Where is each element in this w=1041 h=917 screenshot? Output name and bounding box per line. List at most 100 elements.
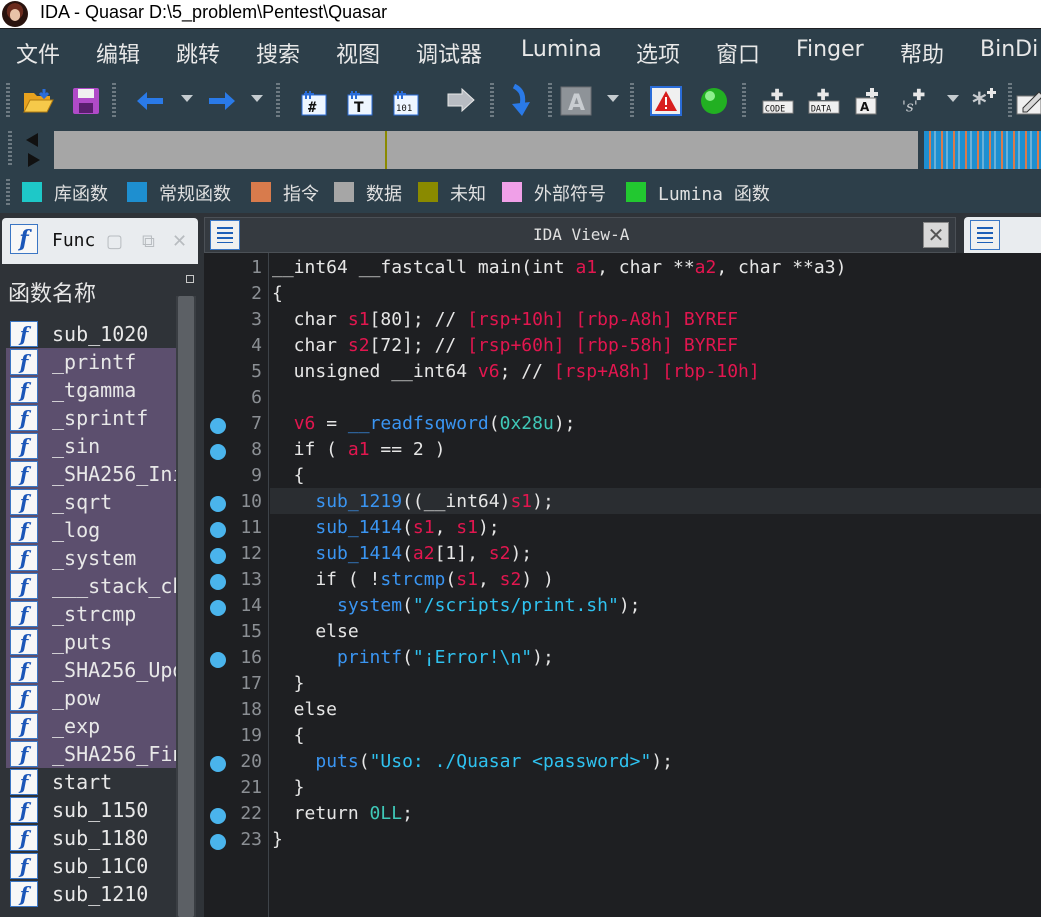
ascii-icon[interactable]: A xyxy=(854,85,886,117)
function-list-item[interactable]: f start xyxy=(6,768,176,796)
function-list-item[interactable]: f sub_11C0 xyxy=(6,852,176,880)
data-icon[interactable]: DATA xyxy=(808,85,840,117)
back-arrow-icon[interactable] xyxy=(134,85,166,117)
navigation-code-region[interactable] xyxy=(924,131,1041,169)
code-line[interactable]: sub_1414(s1, s1); xyxy=(272,517,499,538)
navigation-strip[interactable] xyxy=(54,131,918,169)
code-line[interactable]: else xyxy=(272,699,337,720)
breakpoint-dot-icon[interactable] xyxy=(210,652,226,668)
navband-grip[interactable] xyxy=(8,131,12,167)
code-icon[interactable]: CODE xyxy=(762,85,794,117)
breakpoint-dot-icon[interactable] xyxy=(210,834,226,850)
edit-icon[interactable] xyxy=(1014,85,1041,117)
function-list-item[interactable]: f _SHA256_Ini xyxy=(6,460,176,488)
save-disk-icon[interactable] xyxy=(70,85,102,117)
binary-view-icon[interactable]: 101 xyxy=(388,85,420,117)
breakpoint-dot-icon[interactable] xyxy=(210,522,226,538)
breakpoint-dot-icon[interactable] xyxy=(210,600,226,616)
function-list-item[interactable]: f _strcmp xyxy=(6,600,176,628)
breakpoint-dot-icon[interactable] xyxy=(210,574,226,590)
menu-debugger[interactable]: 调试器 xyxy=(416,37,482,69)
function-list-item[interactable]: f sub_1180 xyxy=(6,824,176,852)
menu-view[interactable]: 视图 xyxy=(336,37,380,69)
functions-scrollbar-thumb[interactable] xyxy=(178,296,194,917)
breakpoint-dot-icon[interactable] xyxy=(210,808,226,824)
menu-edit[interactable]: 编辑 xyxy=(96,37,140,69)
nav-left-arrow-icon[interactable] xyxy=(26,133,38,147)
menu-window[interactable]: 窗口 xyxy=(716,37,760,69)
code-line[interactable]: unsigned __int64 v6; // [rsp+A8h] [rbp-1… xyxy=(272,361,760,382)
function-list-item[interactable]: f _SHA256_Fin xyxy=(6,740,176,768)
forward-arrow-icon[interactable] xyxy=(206,85,238,117)
function-list-item[interactable]: f sub_1210 xyxy=(6,880,176,908)
functions-list[interactable]: f sub_1020 f _printf f _tgamma f _sprintf f _sin f… xyxy=(6,320,176,917)
font-icon[interactable]: A xyxy=(560,85,592,117)
code-line[interactable]: __int64 __fastcall main(int a1, char **a… xyxy=(272,257,846,278)
step-into-icon[interactable] xyxy=(504,84,536,117)
code-line[interactable]: } xyxy=(272,777,305,798)
code-line[interactable]: char s1[80]; // [rsp+10h] [rbp-A8h] BYRE… xyxy=(272,309,738,330)
code-line[interactable]: else xyxy=(272,621,358,642)
function-list-item[interactable]: f _sprintf xyxy=(6,404,176,432)
asterisk-icon[interactable]: * xyxy=(970,85,1002,117)
breakpoint-dot-icon[interactable] xyxy=(210,444,226,460)
back-dropdown-icon[interactable] xyxy=(181,95,193,102)
warning-icon[interactable] xyxy=(650,85,682,117)
struct-icon[interactable]: 's' xyxy=(900,85,932,117)
breakpoint-dot-icon[interactable] xyxy=(210,496,226,512)
hex-view-icon[interactable]: # xyxy=(296,85,328,117)
breakpoint-dot-icon[interactable] xyxy=(210,756,226,772)
code-line[interactable]: if ( !strcmp(s1, s2) ) xyxy=(272,569,553,590)
menu-finger[interactable]: Finger xyxy=(796,37,864,62)
function-list-item[interactable]: f _log xyxy=(6,516,176,544)
function-list-item[interactable]: f _SHA256_Upd xyxy=(6,656,176,684)
code-line[interactable]: { xyxy=(272,725,305,746)
menu-search[interactable]: 搜索 xyxy=(256,37,300,69)
menu-options[interactable]: 选项 xyxy=(636,37,680,69)
struct-dropdown-icon[interactable] xyxy=(947,95,959,102)
code-line[interactable]: sub_1219((__int64)s1); xyxy=(272,491,553,512)
menu-file[interactable]: 文件 xyxy=(16,37,60,69)
function-list-item[interactable]: f sub_1020 xyxy=(6,320,176,348)
green-circle-icon[interactable] xyxy=(698,85,730,117)
function-list-item[interactable]: f _exp xyxy=(6,712,176,740)
function-list-item[interactable]: f _sqrt xyxy=(6,488,176,516)
code-line[interactable]: printf("¡Error!\n"); xyxy=(272,647,554,668)
menu-lumina[interactable]: Lumina xyxy=(521,37,602,62)
function-list-item[interactable]: f ___stack_ch xyxy=(6,572,176,600)
function-list-item[interactable]: f _tgamma xyxy=(6,376,176,404)
menu-help[interactable]: 帮助 xyxy=(900,37,944,69)
font-dropdown-icon[interactable] xyxy=(607,95,619,102)
code-line[interactable]: { xyxy=(272,465,305,486)
code-line[interactable]: if ( a1 == 2 ) xyxy=(272,439,446,460)
function-list-item[interactable]: f _pow xyxy=(6,684,176,712)
toolbar-grip[interactable] xyxy=(6,83,10,119)
forward-dropdown-icon[interactable] xyxy=(251,95,263,102)
text-view-icon[interactable]: T xyxy=(342,85,374,117)
code-line[interactable]: system("/scripts/print.sh"); xyxy=(272,595,640,616)
code-line[interactable]: char s2[72]; // [rsp+60h] [rbp-58h] BYRE… xyxy=(272,335,738,356)
code-line[interactable]: { xyxy=(272,283,283,304)
code-line[interactable]: sub_1414(a2[1], s2); xyxy=(272,543,532,564)
code-line[interactable]: return 0LL; xyxy=(272,803,413,824)
ida-view-close-icon[interactable]: ✕ xyxy=(923,222,949,248)
functions-tab-float-icon[interactable]: ▢ xyxy=(106,231,123,252)
function-list-item[interactable]: f _sin xyxy=(6,432,176,460)
functions-tab-close-icon[interactable]: ✕ xyxy=(172,231,187,252)
functions-tab-restore-icon[interactable]: ⧉ xyxy=(142,231,155,252)
function-list-item[interactable]: f sub_1150 xyxy=(6,796,176,824)
open-folder-icon[interactable] xyxy=(22,85,54,117)
functions-panel-resize-handle[interactable] xyxy=(186,275,194,283)
menu-jump[interactable]: 跳转 xyxy=(176,37,220,69)
breakpoint-dot-icon[interactable] xyxy=(210,418,226,434)
nav-right-arrow-icon[interactable] xyxy=(28,153,40,167)
code-line[interactable]: v6 = __readfsqword(0x28u); xyxy=(272,413,576,434)
code-line[interactable]: puts("Uso: ./Quasar <password>"); xyxy=(272,751,673,772)
breakpoint-dot-icon[interactable] xyxy=(210,548,226,564)
menu-bindiff[interactable]: BinDi xyxy=(980,37,1038,62)
function-list-item[interactable]: f _system xyxy=(6,544,176,572)
jump-icon[interactable] xyxy=(444,85,476,117)
function-list-item[interactable]: f _puts xyxy=(6,628,176,656)
code-line[interactable]: } xyxy=(272,829,283,850)
code-line[interactable]: } xyxy=(272,673,305,694)
